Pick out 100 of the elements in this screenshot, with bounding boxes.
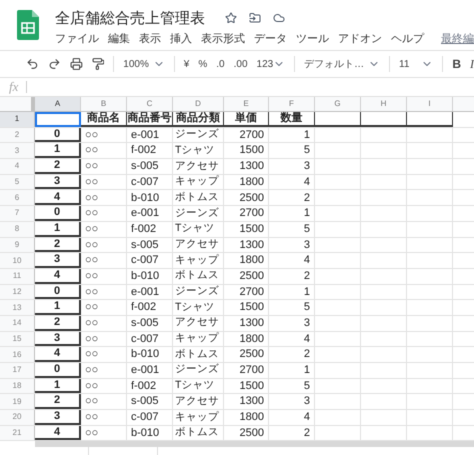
table-cell[interactable]: ○○	[81, 347, 127, 362]
table-cell[interactable]: 1	[269, 284, 315, 300]
number-format-dropdown[interactable]: 123	[256, 56, 286, 72]
table-cell[interactable]: 1800	[224, 174, 269, 190]
table-cell[interactable]: f-002	[127, 143, 173, 158]
table-cell[interactable]: 1800	[224, 253, 269, 268]
menu-item[interactable]: 表示	[139, 30, 161, 48]
folder-icon[interactable]	[249, 12, 261, 24]
table-cell[interactable]: b-010	[127, 268, 173, 284]
table-cell[interactable]: 2500	[224, 347, 269, 362]
paint-format-icon[interactable]	[92, 57, 104, 71]
column-header[interactable]: A	[35, 97, 81, 111]
table-cell[interactable]: 商品番号	[127, 112, 173, 127]
row-header[interactable]: 4	[0, 159, 35, 174]
table-cell[interactable]: 3	[269, 394, 315, 410]
table-cell[interactable]	[315, 112, 361, 127]
table-cell[interactable]: ○○	[81, 128, 127, 142]
table-cell[interactable]: ジーンズ	[173, 284, 224, 300]
table-cell[interactable]: b-010	[127, 426, 173, 440]
table-cell[interactable]: ○○	[81, 159, 127, 174]
table-cell[interactable]: ○○	[81, 268, 127, 284]
table-cell[interactable]: ○○	[81, 253, 127, 268]
table-cell[interactable]: ○○	[81, 378, 127, 394]
table-cell[interactable]: 3	[35, 174, 81, 190]
table-cell[interactable]: 1800	[224, 410, 269, 425]
table-cell[interactable]: 数量	[269, 112, 315, 127]
table-cell[interactable]: 2	[269, 190, 315, 206]
table-cell[interactable]: ○○	[81, 394, 127, 410]
menu-item[interactable]: 表示形式	[201, 30, 245, 48]
table-cell[interactable]: ○○	[81, 363, 127, 378]
table-cell[interactable]: c-007	[127, 410, 173, 425]
table-cell[interactable]: アクセサ	[173, 394, 224, 410]
table-cell[interactable]: 2500	[224, 426, 269, 440]
column-header[interactable]: H	[361, 97, 407, 111]
table-cell[interactable]: f-002	[127, 222, 173, 236]
menu-item[interactable]: ツール	[296, 30, 329, 48]
spreadsheet-logo-icon[interactable]	[16, 10, 38, 40]
table-cell[interactable]: 2700	[224, 128, 269, 142]
table-cell[interactable]: 2700	[224, 363, 269, 378]
table-cell[interactable]: 1500	[224, 222, 269, 236]
row-header[interactable]: 1	[0, 112, 35, 127]
table-cell[interactable]: 2500	[224, 190, 269, 206]
font-dropdown[interactable]: デフォルト…	[304, 56, 380, 72]
table-cell[interactable]: 5	[269, 300, 315, 315]
table-cell[interactable]: キャップ	[173, 174, 224, 190]
table-cell[interactable]: 単価	[224, 112, 269, 127]
table-cell[interactable]: ○○	[81, 410, 127, 425]
table-cell[interactable]: 4	[269, 174, 315, 190]
last-edit-link[interactable]: 最終編	[441, 30, 474, 48]
table-cell[interactable]: 1	[269, 128, 315, 142]
table-cell[interactable]: ジーンズ	[173, 206, 224, 221]
table-cell[interactable]: 0	[35, 363, 81, 378]
table-cell[interactable]: s-005	[127, 316, 173, 331]
table-cell[interactable]: e-001	[127, 363, 173, 378]
table-cell[interactable]: 5	[269, 378, 315, 394]
table-cell[interactable]: 3	[35, 332, 81, 346]
table-cell[interactable]: ○○	[81, 332, 127, 346]
table-cell[interactable]: 2500	[224, 268, 269, 284]
table-cell[interactable]: 0	[35, 284, 81, 300]
font-size-dropdown[interactable]: 11	[399, 56, 434, 72]
redo-icon[interactable]	[48, 57, 61, 71]
table-cell[interactable]: ボトムス	[173, 347, 224, 362]
table-cell[interactable]: 2700	[224, 284, 269, 300]
menu-item[interactable]: ヘルプ	[391, 30, 424, 48]
column-header[interactable]: B	[81, 97, 127, 111]
table-cell[interactable]: ボトムス	[173, 268, 224, 284]
decrease-decimals-button[interactable]: .0	[216, 56, 225, 72]
table-cell[interactable]: f-002	[127, 378, 173, 394]
table-cell[interactable]: ボトムス	[173, 190, 224, 206]
table-cell[interactable]: e-001	[127, 284, 173, 300]
table-cell[interactable]: s-005	[127, 238, 173, 252]
table-cell[interactable]: 1500	[224, 143, 269, 158]
table-cell[interactable]: c-007	[127, 332, 173, 346]
table-cell[interactable]: キャップ	[173, 332, 224, 346]
table-cell[interactable]: 4	[269, 332, 315, 346]
table-cell[interactable]: 3	[35, 410, 81, 425]
table-cell[interactable]: 2	[35, 394, 81, 410]
table-cell[interactable]: ○○	[81, 300, 127, 315]
table-cell[interactable]: ○○	[81, 238, 127, 252]
table-cell[interactable]: 1300	[224, 159, 269, 174]
percent-button[interactable]: %	[198, 56, 208, 72]
table-cell[interactable]: s-005	[127, 394, 173, 410]
document-title[interactable]: 全店舗総合売上管理表	[55, 10, 205, 26]
selected-cell[interactable]	[35, 112, 81, 127]
table-cell[interactable]: 4	[269, 253, 315, 268]
table-cell[interactable]: ジーンズ	[173, 128, 224, 142]
currency-button[interactable]: ¥	[184, 56, 190, 72]
table-cell[interactable]: 3	[35, 253, 81, 268]
menu-item[interactable]: データ	[254, 30, 287, 48]
table-cell[interactable]: c-007	[127, 174, 173, 190]
table-cell[interactable]: 3	[269, 159, 315, 174]
table-cell[interactable]: 2	[269, 426, 315, 440]
table-cell[interactable]: 1	[269, 206, 315, 221]
zoom-dropdown[interactable]: 100%	[123, 56, 165, 72]
table-cell[interactable]: 2	[35, 159, 81, 174]
bold-button[interactable]: B	[452, 55, 462, 73]
table-cell[interactable]: 1800	[224, 332, 269, 346]
table-cell[interactable]: 0	[35, 128, 81, 142]
table-cell[interactable]: 1	[35, 300, 81, 315]
column-header[interactable]: F	[269, 97, 315, 111]
